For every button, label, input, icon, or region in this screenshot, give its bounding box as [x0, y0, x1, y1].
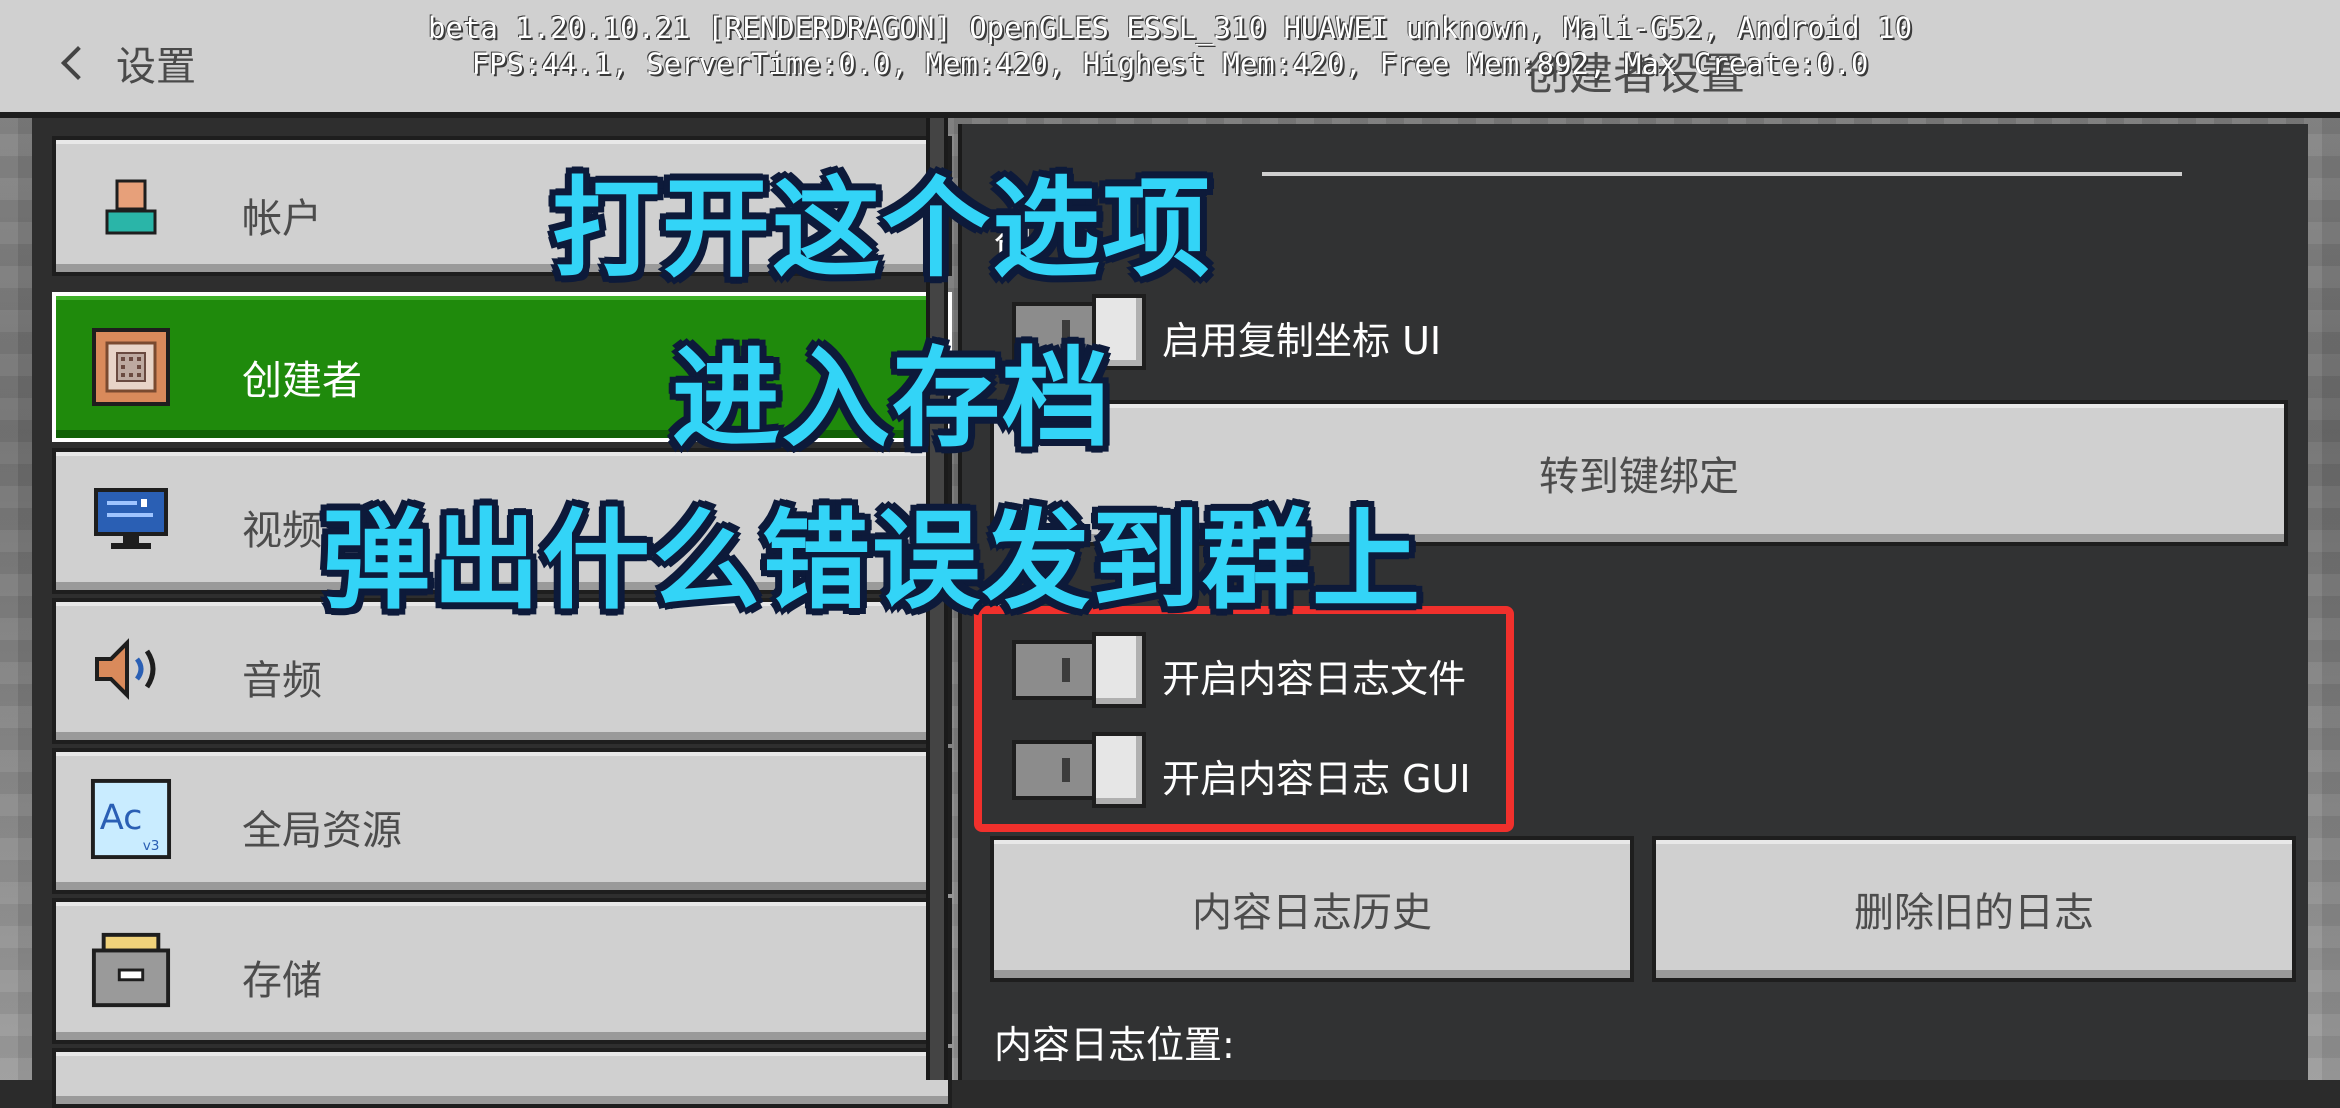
sidebar-item-label: 帐户 [242, 196, 322, 242]
sidebar-item-more[interactable] [52, 1048, 952, 1108]
content-log-gui-toggle[interactable] [1012, 732, 1146, 808]
top-header: 设置 创建者设置 beta 1.20.10.21 [RENDERDRAGON] … [0, 0, 2340, 118]
content-log-file-label: 开启内容日志文件 [1162, 657, 1467, 701]
command-block-icon [90, 328, 172, 406]
overlay-text-line-2: 进入存档 [672, 337, 1113, 462]
sidebar-item-label: 音频 [242, 658, 322, 704]
overlay-text-line-3: 弹出什么错误发到群上 [322, 499, 1423, 624]
copy-coordinates-label: 启用复制坐标 UI [1162, 319, 1442, 363]
account-icon [90, 172, 172, 242]
monitor-icon [90, 484, 172, 554]
sidebar-item-label: 存储 [242, 958, 322, 1004]
debug-line-2: FPS:44.1, ServerTime:0.0, Mem:420, Highe… [471, 47, 1869, 81]
sidebar-item-label: 全局资源 [242, 808, 402, 854]
section-divider [1262, 172, 2182, 176]
global-resources-icon: Ac v3 [90, 774, 172, 864]
toggle-knob [1092, 732, 1146, 808]
sidebar-item-global-resources[interactable]: Ac v3 全局资源 [52, 748, 952, 894]
sidebar-item-label: 创建者 [242, 358, 362, 404]
toggle-knob [1092, 632, 1146, 708]
overlay-text-line-1: 打开这个选项 [552, 167, 1213, 292]
content-log-location-label: 内容日志位置: [994, 1023, 1235, 1067]
speaker-icon [90, 634, 172, 704]
delete-old-logs-button[interactable]: 删除旧的日志 [1652, 836, 2296, 982]
svg-text:v3: v3 [143, 838, 160, 854]
content-log-gui-label: 开启内容日志 GUI [1162, 757, 1471, 801]
debug-line-1: beta 1.20.10.21 [RENDERDRAGON] OpenGLES … [427, 11, 1913, 45]
storage-icon [90, 928, 172, 1012]
content-log-file-toggle[interactable] [1012, 632, 1146, 708]
sidebar-item-storage[interactable]: 存储 [52, 898, 952, 1044]
debug-overlay: beta 1.20.10.21 [RENDERDRAGON] OpenGLES … [0, 10, 2340, 82]
svg-text:Ac: Ac [100, 797, 143, 838]
sidebar-item-label: 视频 [242, 508, 322, 554]
content-log-history-button[interactable]: 内容日志历史 [990, 836, 1634, 982]
